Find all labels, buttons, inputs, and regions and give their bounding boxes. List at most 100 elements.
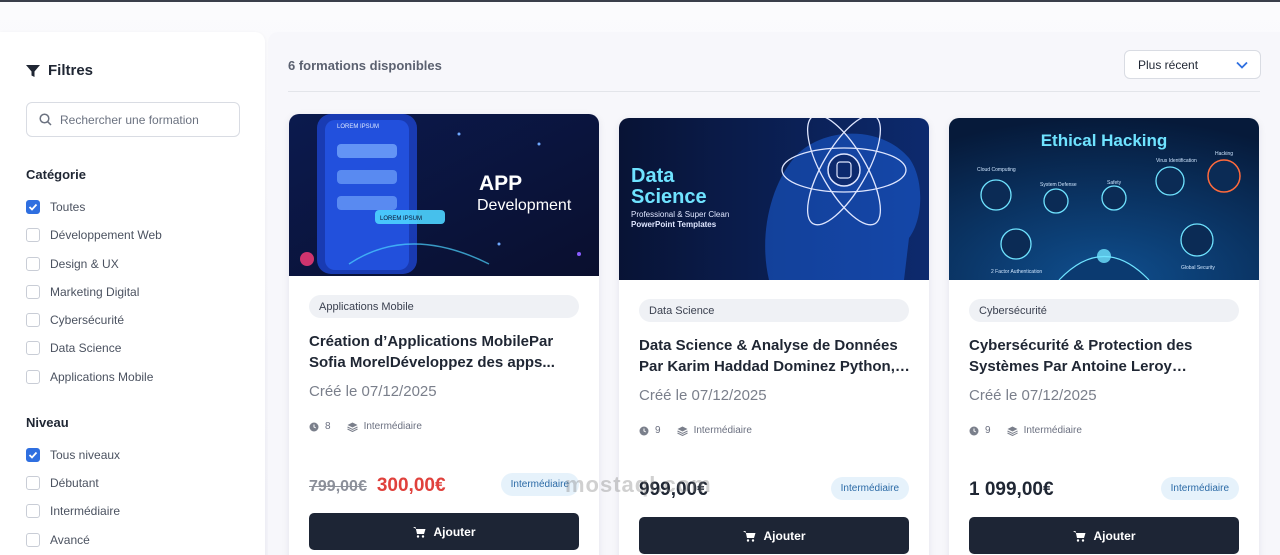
course-banner-app-development: LOREM IPSUM LOREM IPSUM APP Development — [289, 114, 599, 276]
category-item-label: Cybersécurité — [50, 313, 125, 327]
banner-line1: APP — [479, 172, 522, 195]
level-item-tous[interactable]: Tous niveaux — [26, 448, 120, 462]
price-row: 799,00€ 300,00€ — [309, 475, 446, 497]
banner-label: Virus Identification — [1156, 158, 1197, 164]
category-item-label: Design & UX — [50, 257, 119, 271]
cart-icon — [742, 530, 755, 542]
layers-icon — [676, 426, 688, 436]
course-title[interactable]: Data Science & Analyse de Données Par Ka… — [639, 335, 911, 377]
checkbox[interactable] — [26, 370, 40, 384]
checkbox[interactable] — [26, 533, 40, 547]
course-card[interactable]: LOREM IPSUM LOREM IPSUM APP Development … — [289, 114, 599, 555]
add-to-cart-button[interactable]: Ajouter — [309, 513, 579, 550]
cart-icon — [1072, 530, 1085, 542]
checkbox[interactable] — [26, 228, 40, 242]
search-field[interactable] — [26, 102, 240, 137]
filters-title: Filtres — [48, 62, 94, 79]
course-level: Intermédiaire — [693, 425, 752, 436]
layers-icon — [1006, 426, 1018, 436]
banner-label: Safety — [1107, 180, 1122, 186]
category-item-cybersecurite[interactable]: Cybersécurité — [26, 313, 124, 327]
category-item-label: Data Science — [50, 341, 122, 355]
checkbox[interactable] — [26, 476, 40, 490]
course-meta: 8 Intermédiaire — [309, 421, 422, 432]
checkbox[interactable] — [26, 285, 40, 299]
sort-dropdown[interactable]: Plus récent — [1124, 50, 1261, 79]
course-title[interactable]: Création d’Applications MobilePar Sofia … — [309, 331, 581, 373]
discount-price: 300,00€ — [376, 475, 446, 496]
banner-button-label: LOREM IPSUM — [380, 216, 422, 222]
course-banner-ethical-hacking: Ethical Hacking Cloud Computing System D… — [949, 118, 1259, 280]
course-meta: 9 Intermédiaire — [639, 425, 752, 436]
level-badge: Intermédiaire — [1160, 477, 1239, 500]
search-input[interactable] — [60, 112, 230, 127]
banner-line2: Development — [477, 197, 572, 214]
category-tag: Applications Mobile — [309, 295, 579, 318]
category-tag: Cybersécurité — [969, 299, 1239, 322]
course-price: 1 099,00€ — [969, 479, 1054, 500]
results-count: 6 formations disponibles — [288, 58, 442, 73]
add-to-cart-button[interactable]: Ajouter — [639, 517, 909, 554]
banner-label: 2 Factor Authentication — [991, 269, 1042, 275]
banner-label: Global Security — [1181, 265, 1215, 271]
category-item-label: Toutes — [50, 200, 86, 214]
category-item-data-science[interactable]: Data Science — [26, 341, 121, 355]
checkbox-checked[interactable] — [26, 200, 40, 214]
course-date: Créé le 07/12/2025 — [309, 383, 437, 400]
search-icon — [39, 113, 52, 126]
modules-count: 8 — [325, 421, 331, 432]
clock-icon — [639, 426, 649, 435]
add-to-cart-button[interactable]: Ajouter — [969, 517, 1239, 554]
category-item-label: Développement Web — [50, 228, 162, 242]
level-item-label: Intermédiaire — [50, 504, 121, 518]
level-badge: Intermédiaire — [830, 477, 909, 500]
sort-selected-value: Plus récent — [1138, 57, 1199, 72]
category-tag: Data Science — [639, 299, 909, 322]
cart-icon — [412, 526, 425, 538]
top-border — [0, 0, 1280, 2]
banner-line1: Data — [631, 165, 675, 187]
category-item-design-ux[interactable]: Design & UX — [26, 257, 119, 271]
divider — [288, 91, 1260, 92]
banner-label: Cloud Computing — [977, 167, 1016, 173]
level-item-intermediaire[interactable]: Intermédiaire — [26, 504, 120, 518]
add-button-label: Ajouter — [763, 528, 806, 543]
course-title[interactable]: Cybersécurité & Protection des Systèmes … — [969, 335, 1241, 377]
add-button-label: Ajouter — [433, 524, 476, 539]
category-item-dev-web[interactable]: Développement Web — [26, 228, 162, 242]
modules-count: 9 — [985, 425, 991, 436]
course-banner-data-science: Data Science Professional & Super Clean … — [619, 118, 929, 280]
course-level: Intermédiaire — [363, 421, 422, 432]
course-card[interactable]: Ethical Hacking Cloud Computing System D… — [949, 118, 1259, 555]
clock-icon — [969, 426, 979, 435]
filters-header: Filtres — [26, 62, 93, 79]
banner-label: Hacking — [1215, 151, 1233, 157]
category-item-label: Marketing Digital — [50, 285, 140, 299]
category-section-title: Catégorie — [26, 167, 86, 182]
watermark: mostaql.com — [565, 472, 712, 497]
banner-title: Ethical Hacking — [1041, 131, 1168, 150]
checkbox[interactable] — [26, 341, 40, 355]
modules-count: 9 — [655, 425, 661, 436]
course-level: Intermédiaire — [1023, 425, 1082, 436]
level-section-title: Niveau — [26, 415, 69, 430]
level-item-label: Tous niveaux — [50, 448, 121, 462]
old-price: 799,00€ — [309, 478, 367, 495]
checkbox[interactable] — [26, 313, 40, 327]
level-item-avance[interactable]: Avancé — [26, 533, 90, 547]
banner-line2: Science — [631, 186, 707, 208]
course-date: Créé le 07/12/2025 — [639, 387, 767, 404]
price-row: 1 099,00€ — [969, 479, 1054, 501]
clock-icon — [309, 422, 319, 431]
layers-icon — [346, 422, 358, 432]
category-item-marketing[interactable]: Marketing Digital — [26, 285, 139, 299]
course-meta: 9 Intermédiaire — [969, 425, 1082, 436]
checkbox[interactable] — [26, 504, 40, 518]
checkbox-checked[interactable] — [26, 448, 40, 462]
chevron-down-icon — [1236, 61, 1248, 69]
category-item-toutes[interactable]: Toutes — [26, 200, 85, 214]
filter-icon — [26, 64, 40, 77]
category-item-applications-mobile[interactable]: Applications Mobile — [26, 370, 153, 384]
checkbox[interactable] — [26, 257, 40, 271]
level-item-debutant[interactable]: Débutant — [26, 476, 99, 490]
